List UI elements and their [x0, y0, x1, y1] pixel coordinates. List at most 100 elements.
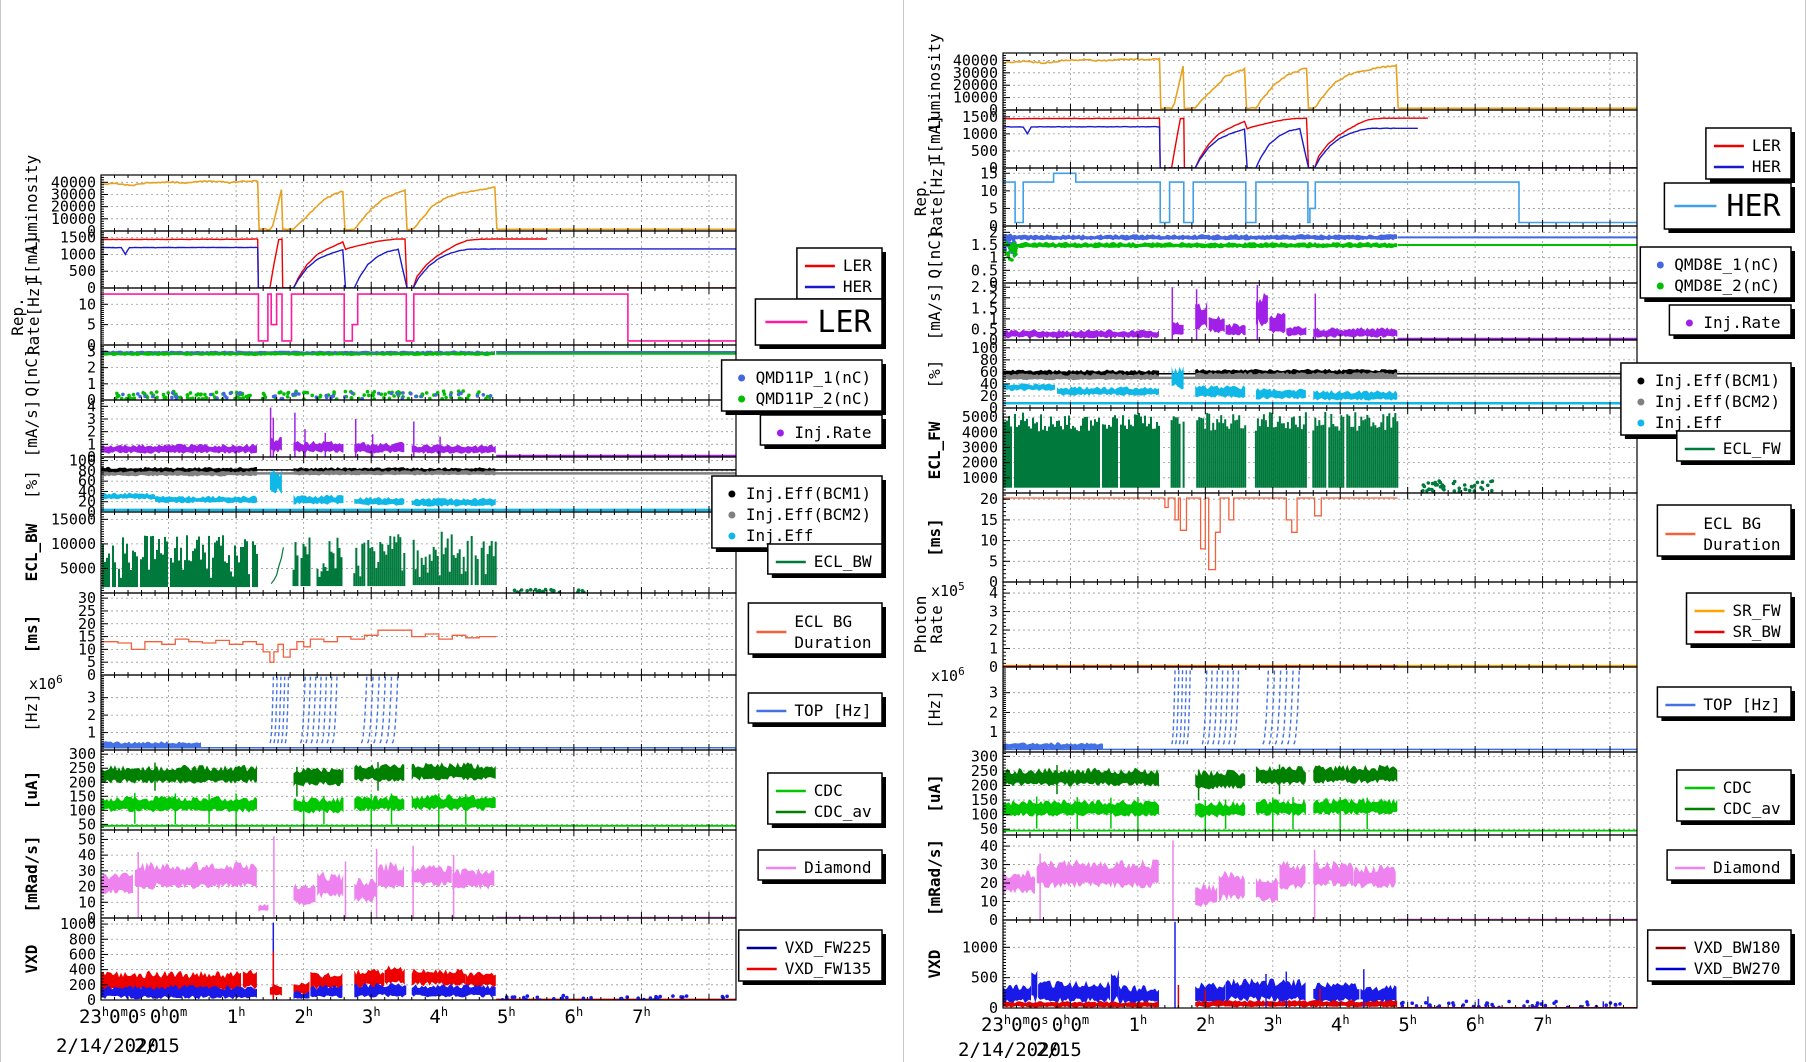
plot-frame [1003, 752, 1637, 835]
y-axis-label: [uA] [925, 774, 944, 813]
subplot--uA-: 30025020015010050 [uA] [925, 747, 1637, 838]
x-axis-labels: 23h0m0s0h0m1h2h3h4h5h6h7h [981, 1013, 1552, 1036]
x-tick-label: 23h0m0s [79, 1005, 147, 1028]
legend-HER: HER [1664, 183, 1795, 233]
y-axis-label: [mRad/s] [925, 839, 944, 916]
y-tick-labels: 20151050 [980, 490, 998, 591]
axis-ticks [1003, 226, 1624, 283]
svg-text:10: 10 [980, 532, 998, 550]
legend-entry-label: Duration [794, 633, 871, 652]
legend-entry-label: Inj.Eff(BCM2) [746, 505, 871, 524]
x-axis-labels: 23h0m0s0h0m1h2h3h4h5h6h7h [79, 1005, 651, 1028]
svg-text:15: 15 [980, 164, 998, 182]
svg-text:0: 0 [989, 911, 998, 929]
subplot--ms-: 20151050[ms] [925, 490, 1637, 591]
subplot--mRad-s-: 403020100[mRad/s] [925, 835, 1637, 929]
y-axis-label: I[mA] [22, 235, 41, 283]
gridlines [101, 593, 736, 675]
legend-entry-label: Diamond [804, 858, 871, 877]
svg-text:5: 5 [989, 199, 998, 217]
gridlines [101, 675, 736, 750]
plot-frame [1003, 226, 1637, 283]
svg-text:10: 10 [980, 893, 998, 911]
subplot-VXD: 10005000VXD [925, 920, 1637, 1017]
subplot-I-mA-: 150010005000I[mA] [925, 108, 1637, 177]
svg-text:20: 20 [980, 874, 998, 892]
series-layer [101, 467, 736, 510]
y-axis-label: I[mA] [925, 115, 944, 163]
axis-ticks [1003, 168, 1624, 226]
x-tick-label: 7h [632, 1005, 651, 1028]
legend-entry-label: VXD_BW180 [1694, 938, 1781, 957]
series-layer [101, 836, 736, 918]
x-tick-label: 6h [565, 1005, 584, 1028]
y-tick-labels: 30025020015010050 [971, 747, 998, 838]
legend-entry-label: Inj.Eff [746, 526, 813, 545]
legend-Inj-Rate: Inj.Rate [1669, 305, 1795, 339]
legend-TOP-Hz-: TOP [Hz] [748, 693, 886, 727]
legend-entry-label: QMD8E_1(nC) [1674, 255, 1780, 274]
x-tick-label: 1h [1129, 1013, 1148, 1036]
plot-frame [101, 593, 736, 675]
subplot-Luminosity: 400003000020000100000Luminosity [22, 154, 736, 251]
legend-entry-label: Inj.Eff(BCM1) [1655, 371, 1780, 390]
legend-VXD-BW180: VXD_BW180 VXD_BW270 [1648, 930, 1795, 985]
gridlines [1003, 752, 1637, 835]
series-layer [101, 239, 736, 288]
y-tick-labels: 321 [87, 689, 96, 742]
legend-entry-label: ECL BG [1703, 514, 1761, 533]
svg-text:2: 2 [989, 703, 998, 721]
legend-entry-label: VXD_BW270 [1694, 959, 1781, 978]
x-tick-label: 3h [1263, 1013, 1282, 1036]
svg-text:1500: 1500 [60, 229, 96, 247]
axis-ticks [1003, 493, 1624, 582]
svg-text:0: 0 [989, 658, 998, 676]
legend-entry-label: Inj.Rate [794, 423, 871, 442]
y-axis-label: [Hz] [925, 690, 944, 729]
x-tick-label: 4h [429, 1005, 448, 1028]
legend-entry-label: LER [1752, 136, 1781, 155]
svg-text:15: 15 [980, 511, 998, 529]
svg-text:10000: 10000 [51, 535, 96, 553]
legend-TOP-Hz-: TOP [Hz] [1657, 687, 1795, 721]
y-axis-label: [mA/s] [925, 283, 944, 341]
subplot--uA-: 30025020015010050[uA] [22, 745, 736, 833]
plot-frame [101, 288, 736, 345]
legend-entry-label: ECL_BW [814, 552, 872, 571]
legend-Inj-Rate: Inj.Rate [760, 415, 886, 449]
svg-text:2: 2 [87, 706, 96, 724]
legend-entry-label: QMD11P_2(nC) [756, 389, 872, 408]
y-axis-label: [%] [22, 470, 41, 499]
axis-ticks [1003, 582, 1624, 667]
axis-scale-note: x106 [931, 665, 965, 685]
series-layer [103, 532, 586, 595]
legend-entry-label: SR_BW [1733, 622, 1782, 641]
plot-frame [1003, 582, 1637, 667]
series-layer [101, 181, 736, 230]
y-tick-labels: 150010005000 [60, 229, 96, 297]
svg-text:1000: 1000 [962, 469, 998, 487]
svg-text:20: 20 [980, 490, 998, 508]
x-tick-label: 5h [1398, 1013, 1417, 1036]
series-layer [101, 923, 736, 1002]
series-layer [101, 408, 736, 457]
series-layer [1003, 366, 1637, 403]
legend-SR-FW: SR_FW SR_BW [1687, 593, 1796, 648]
subplot-Luminosity: 400003000020000100000Luminosity [925, 33, 1637, 130]
x-tick-label: 1h [227, 1005, 246, 1028]
x-tick-label: 3h [362, 1005, 381, 1028]
svg-text:1000: 1000 [962, 125, 998, 143]
y-tick-labels: 321 [989, 684, 998, 742]
subplot--Hz-: 321[Hz]x106 [22, 673, 736, 750]
svg-text:5000: 5000 [60, 559, 96, 577]
x-tick-label: 2h [1196, 1013, 1215, 1036]
svg-text:10: 10 [980, 182, 998, 200]
y-axis-label: [mRad/s] [22, 835, 41, 912]
y-axis-label: [%] [925, 360, 944, 389]
y-tick-labels: 10008006004002000 [60, 915, 96, 1009]
y-axis-label: Rate[Hz] [24, 278, 43, 355]
panel-left: 400003000020000100000Luminosity150010005… [0, 0, 903, 1062]
legend-entry-label: HER [1752, 157, 1781, 176]
svg-text:15000: 15000 [51, 510, 96, 528]
legend-entry-label: SR_FW [1733, 601, 1782, 620]
